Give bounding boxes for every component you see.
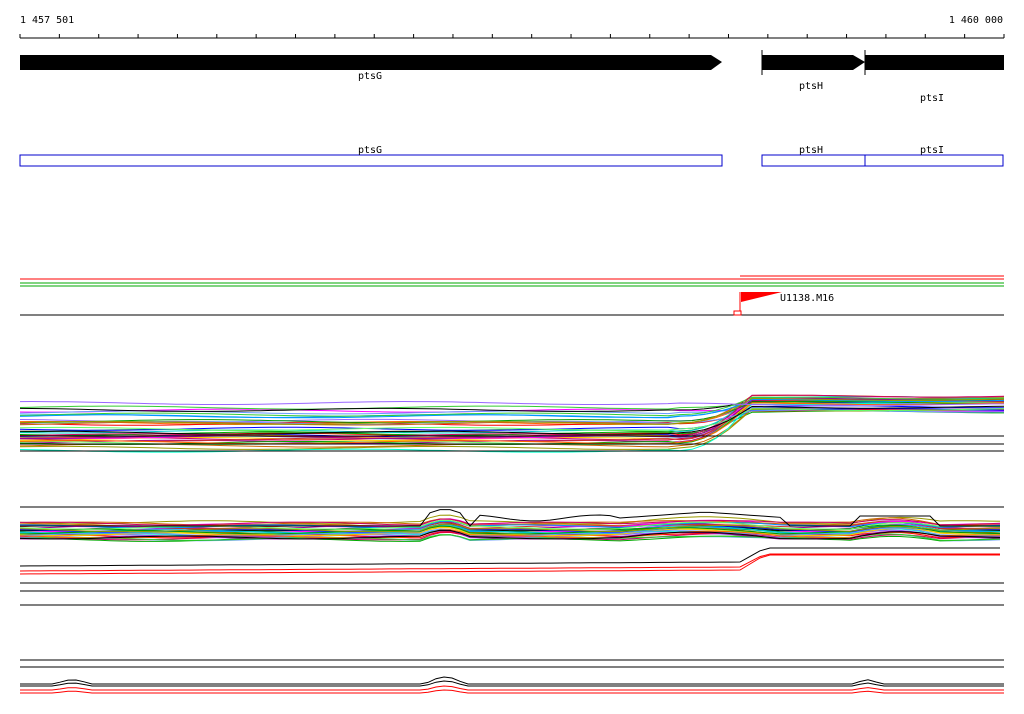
transcript-label: ptsG [358, 145, 382, 156]
tss-track: U1138.M16 [20, 292, 1004, 316]
transcript-ptsH[interactable]: ptsH [761, 145, 866, 167]
gene-label: ptsI [920, 93, 944, 104]
gene-track: ptsG ptsH ptsI [20, 50, 1004, 104]
transcript-ptsI[interactable]: ptsI [864, 145, 1004, 167]
tss-base[interactable] [733, 310, 742, 316]
ruler-end-label: 1 460 000 [949, 15, 1003, 26]
gene-label: ptsH [799, 81, 823, 92]
tss-marker[interactable]: U1138.M16 [733, 292, 834, 316]
transcript-track: ptsG ptsH ptsI [19, 145, 1004, 167]
gene-label: ptsG [358, 71, 382, 82]
signal-line [19, 553, 1000, 572]
signal-track-1 [19, 394, 1005, 453]
ruler-ticks [19, 34, 1005, 38]
transcript-box[interactable] [19, 154, 723, 167]
signal-line [19, 547, 1000, 567]
tss-label: U1138.M16 [780, 293, 834, 304]
feature-lines-track [20, 275, 1004, 287]
gene-arrow[interactable] [20, 55, 722, 70]
signal-track-3 [20, 659, 1004, 694]
gene-ptsI[interactable]: ptsI [864, 50, 1004, 104]
transcript-ptsG[interactable]: ptsG [19, 145, 723, 167]
signal-line [20, 676, 1004, 685]
gene-ptsH[interactable]: ptsH [761, 50, 865, 92]
transcript-label: ptsI [920, 145, 944, 156]
coordinate-ruler: 1 457 501 1 460 000 [19, 15, 1005, 39]
gene-ptsG[interactable]: ptsG [20, 55, 722, 82]
transcript-box[interactable] [761, 154, 866, 167]
signal-line [19, 554, 1000, 575]
gene-arrow[interactable] [865, 55, 1004, 70]
transcript-box[interactable] [864, 154, 1004, 167]
tss-flag-icon[interactable] [741, 292, 782, 302]
genome-browser-view: 1 457 501 1 460 000 ptsG ptsH ptsI ptsG … [19, 15, 1005, 694]
gene-arrow[interactable] [762, 55, 865, 70]
ruler-start-label: 1 457 501 [20, 15, 74, 26]
transcript-label: ptsH [799, 145, 823, 156]
signal-line [20, 685, 1004, 691]
signal-track-2 [19, 506, 1004, 606]
